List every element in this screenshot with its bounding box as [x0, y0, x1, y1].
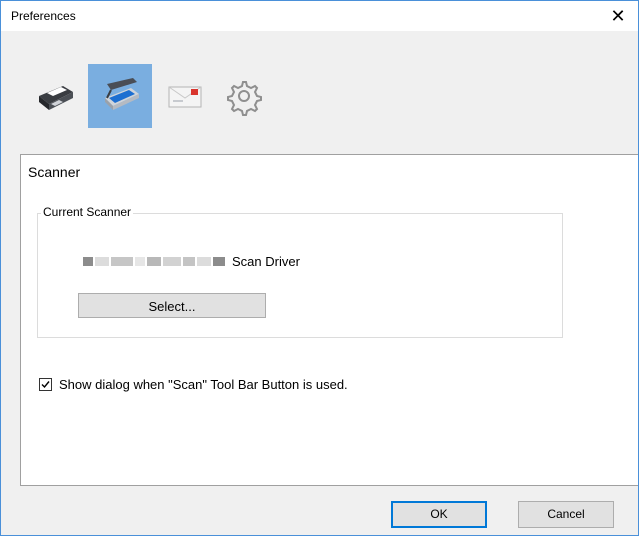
group-legend: Current Scanner	[41, 205, 134, 219]
scanner-driver-row: Scan Driver	[83, 254, 300, 269]
envelope-icon	[168, 86, 202, 108]
redacted-scanner-name	[83, 257, 227, 266]
scanner-driver-label: Scan Driver	[232, 254, 300, 269]
window-title: Preferences	[11, 9, 76, 23]
preferences-toolbar	[1, 31, 638, 146]
tab-printer[interactable]	[23, 64, 87, 128]
cancel-button[interactable]: Cancel	[518, 501, 614, 528]
scanner-icon	[105, 78, 139, 110]
show-dialog-checkbox[interactable]	[39, 378, 52, 391]
printer-icon	[39, 86, 73, 110]
close-icon: ✕	[610, 6, 626, 26]
tab-settings[interactable]	[211, 64, 275, 128]
panel-title: Scanner	[28, 164, 81, 180]
show-dialog-label: Show dialog when "Scan" Tool Bar Button …	[59, 377, 348, 392]
gear-icon	[227, 81, 262, 116]
preferences-dialog: Preferences ✕ Scanner Current Scanner Sc…	[0, 0, 639, 536]
select-scanner-button[interactable]: Select...	[78, 293, 266, 318]
tab-email[interactable]	[153, 64, 217, 128]
close-button[interactable]: ✕	[598, 1, 638, 31]
scanner-panel: Scanner Current Scanner Scan Driver Sele…	[20, 154, 638, 486]
checkmark-icon	[41, 381, 50, 389]
title-bar: Preferences ✕	[1, 1, 638, 31]
ok-button[interactable]: OK	[391, 501, 487, 528]
tab-scanner[interactable]	[88, 64, 152, 128]
current-scanner-group: Current Scanner Scan Driver Select...	[37, 205, 563, 338]
show-dialog-option[interactable]: Show dialog when "Scan" Tool Bar Button …	[39, 377, 348, 392]
